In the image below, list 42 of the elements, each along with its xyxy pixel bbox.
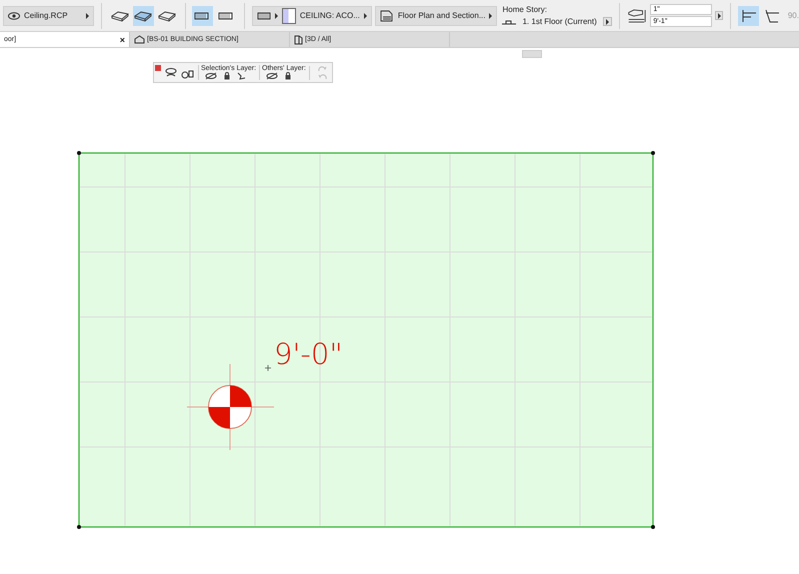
tool-icon[interactable]: [237, 72, 246, 80]
hide-icon[interactable]: [266, 72, 278, 80]
plan-icon: [380, 10, 394, 22]
home-story-value: 1. 1st Floor (Current): [522, 17, 597, 26]
flat-edge-icon: [740, 8, 757, 22]
arrow-icon: [489, 12, 492, 18]
geometry-button[interactable]: [738, 6, 760, 26]
slab-icon: [110, 10, 130, 22]
lock-icon[interactable]: [223, 72, 231, 80]
story-menu-button[interactable]: [602, 17, 612, 26]
eye-link-icon[interactable]: [164, 66, 178, 78]
story-icon: [502, 18, 516, 24]
surface-swatch-icon: [282, 8, 296, 24]
fill-button[interactable]: [192, 6, 214, 26]
slab-icon: [157, 10, 178, 22]
arrow-icon: [86, 12, 90, 18]
angle-value: 90.: [788, 11, 799, 20]
slanted-edge-icon: [764, 8, 780, 22]
home-story-label: Home Story:: [502, 5, 548, 14]
more-button[interactable]: [715, 11, 724, 20]
hatch-icon: [256, 12, 271, 20]
crosshair-icon: [264, 364, 272, 372]
slab-icon: [133, 10, 154, 22]
corner-node[interactable]: [77, 525, 81, 529]
corner-node[interactable]: [651, 151, 655, 155]
view-combo[interactable]: Floor Plan and Section...: [374, 6, 498, 26]
close-button[interactable]: ×: [120, 34, 125, 44]
surface-combo[interactable]: CEILING: ACO...: [252, 6, 372, 26]
arrow-icon: [364, 12, 367, 18]
arrow-icon: [274, 12, 278, 18]
elevation-marker-drawing[interactable]: [186, 364, 274, 450]
corner-node[interactable]: [651, 525, 655, 529]
corner-node[interactable]: [77, 151, 81, 155]
hide-icon[interactable]: [205, 72, 217, 80]
section-icon: [134, 35, 145, 44]
elevation-label[interactable]: 9'-0": [274, 340, 343, 369]
eye-icon: [8, 12, 20, 20]
view-mode-button[interactable]: [133, 6, 154, 26]
3d-window-icon: [294, 34, 303, 44]
layer-combo[interactable]: Ceiling.RCP: [3, 6, 94, 26]
lock-icon[interactable]: [284, 72, 292, 80]
splitter-handle[interactable]: [522, 50, 542, 58]
